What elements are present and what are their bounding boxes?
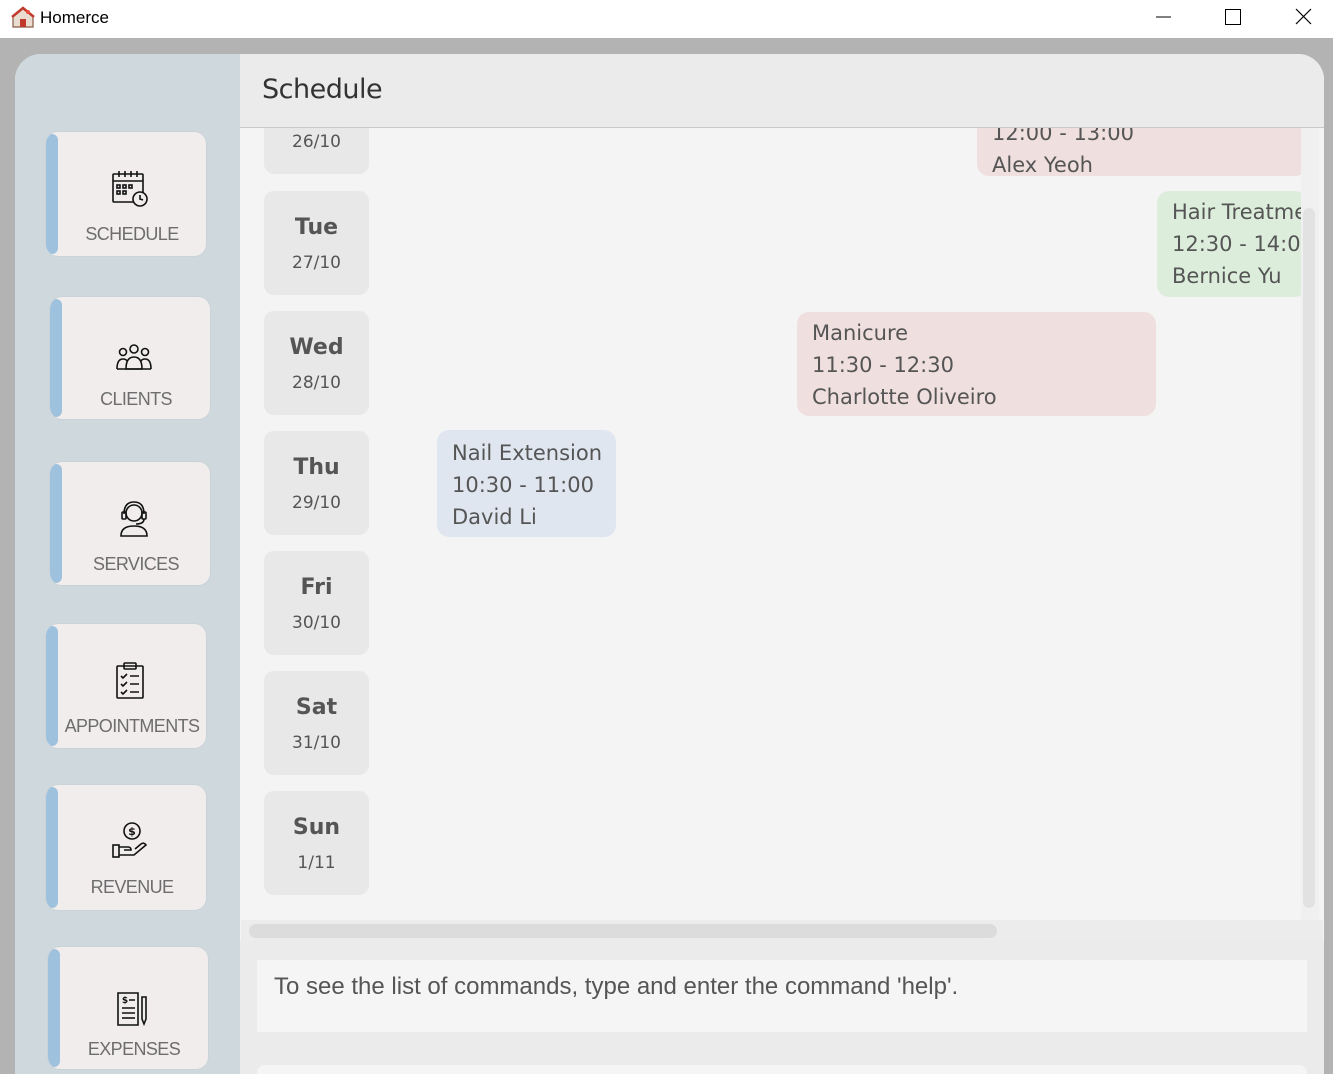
appointment-time: 12:00 - 13:00 xyxy=(992,128,1134,145)
page-title: Schedule xyxy=(262,74,383,105)
appointment-service: Hair Treatme xyxy=(1172,200,1307,224)
day-card-wed: Wed 28/10 xyxy=(264,311,369,415)
day-name: Tue xyxy=(294,215,339,240)
minimize-button[interactable] xyxy=(1140,0,1186,34)
day-date: 31/10 xyxy=(292,733,341,753)
app-window: SCHEDULE CLIENTS SERVICES APPOINTMENTS $… xyxy=(15,54,1324,1074)
day-date: 27/10 xyxy=(292,253,341,273)
appointment-client: David Li xyxy=(452,505,537,529)
appointment-time: 12:30 - 14:00 xyxy=(1172,232,1307,256)
day-date: 26/10 xyxy=(292,132,341,152)
schedule-view[interactable]: 26/10 Tue 27/10 Wed 28/10 Thu 29/10 Fri … xyxy=(241,128,1323,941)
day-card-mon: 26/10 xyxy=(264,128,369,174)
calendar-clock-icon xyxy=(112,171,148,207)
day-card-tue: Tue 27/10 xyxy=(264,191,369,295)
sidebar-item-clients[interactable]: CLIENTS xyxy=(50,297,210,419)
sidebar-item-label: EXPENSES xyxy=(87,1039,181,1059)
close-icon xyxy=(1295,8,1312,25)
svg-text:$: $ xyxy=(128,825,136,838)
day-date: 30/10 xyxy=(292,613,341,633)
svg-text:$: $ xyxy=(122,996,128,1006)
sidebar-item-appointments[interactable]: APPOINTMENTS xyxy=(46,624,206,748)
sidebar-item-label: SERVICES xyxy=(93,554,180,574)
window-title: Homerce xyxy=(40,8,109,27)
day-name: Fri xyxy=(300,575,333,600)
appointment-card[interactable]: Nail Extension 10:30 - 11:00 David Li xyxy=(437,430,616,537)
day-name: Wed xyxy=(289,335,344,360)
sidebar-item-label: REVENUE xyxy=(90,877,174,897)
appointment-service: Nail Extension xyxy=(452,441,603,465)
day-card-sat: Sat 31/10 xyxy=(264,671,369,775)
command-input[interactable] xyxy=(257,1065,1307,1074)
appointment-service: Manicure xyxy=(812,321,909,345)
day-card-fri: Fri 30/10 xyxy=(264,551,369,655)
page-header: Schedule xyxy=(240,54,1324,128)
day-name: Thu xyxy=(293,455,340,480)
sidebar-item-label: APPOINTMENTS xyxy=(64,716,200,736)
active-accent xyxy=(50,299,62,417)
appointment-card[interactable]: 12:00 - 13:00 Alex Yeoh xyxy=(977,128,1307,176)
headset-agent-icon xyxy=(120,501,148,537)
minimize-icon xyxy=(1156,16,1171,18)
app-logo-icon xyxy=(11,6,35,28)
horizontal-scrollbar-thumb[interactable] xyxy=(249,924,997,938)
sidebar-item-expenses[interactable]: $ EXPENSES xyxy=(48,947,208,1069)
result-display: To see the list of commands, type and en… xyxy=(257,960,1307,1032)
active-accent xyxy=(46,626,58,746)
people-group-icon xyxy=(116,344,152,370)
day-name: Sun xyxy=(292,815,341,840)
sidebar-item-revenue[interactable]: $ REVENUE xyxy=(46,785,206,910)
hand-dollar-icon: $ xyxy=(112,822,148,858)
day-date: 28/10 xyxy=(292,373,341,393)
day-name: Sat xyxy=(295,695,338,720)
sidebar-item-schedule[interactable]: SCHEDULE xyxy=(46,132,206,256)
receipt-pen-icon: $ xyxy=(117,992,147,1027)
active-accent xyxy=(46,787,58,908)
maximize-button[interactable] xyxy=(1210,0,1256,34)
maximize-icon xyxy=(1225,9,1241,25)
sidebar: SCHEDULE CLIENTS SERVICES APPOINTMENTS $… xyxy=(15,54,240,1074)
active-accent xyxy=(50,464,62,583)
sidebar-item-label: SCHEDULE xyxy=(85,224,179,244)
appointment-client: Alex Yeoh xyxy=(992,153,1093,176)
result-text: To see the list of commands, type and en… xyxy=(274,973,959,1000)
title-bar: Homerce xyxy=(0,0,1333,38)
sidebar-item-label: CLIENTS xyxy=(100,389,172,409)
appointment-client: Charlotte Oliveiro xyxy=(812,385,997,409)
appointment-card[interactable]: Hair Treatme 12:30 - 14:00 Bernice Yu xyxy=(1157,191,1307,297)
day-card-sun: Sun 1/11 xyxy=(264,791,369,895)
day-date: 29/10 xyxy=(292,493,341,513)
sidebar-item-services[interactable]: SERVICES xyxy=(50,462,210,585)
appointment-client: Bernice Yu xyxy=(1172,264,1282,288)
close-button[interactable] xyxy=(1280,0,1326,34)
main-panel: Schedule 26/10 Tue 27/10 Wed 28/10 Thu 2… xyxy=(240,54,1324,1074)
vertical-scrollbar-thumb[interactable] xyxy=(1303,208,1315,908)
appointment-time: 10:30 - 11:00 xyxy=(452,473,594,497)
active-accent xyxy=(46,134,58,254)
appointment-time: 11:30 - 12:30 xyxy=(812,353,954,377)
appointment-card[interactable]: Manicure 11:30 - 12:30 Charlotte Oliveir… xyxy=(797,312,1156,416)
result-panel: To see the list of commands, type and en… xyxy=(240,941,1324,1074)
clipboard-checklist-icon xyxy=(116,662,144,699)
day-date: 1/11 xyxy=(297,853,336,873)
day-card-thu: Thu 29/10 xyxy=(264,431,369,535)
active-accent xyxy=(48,949,60,1067)
